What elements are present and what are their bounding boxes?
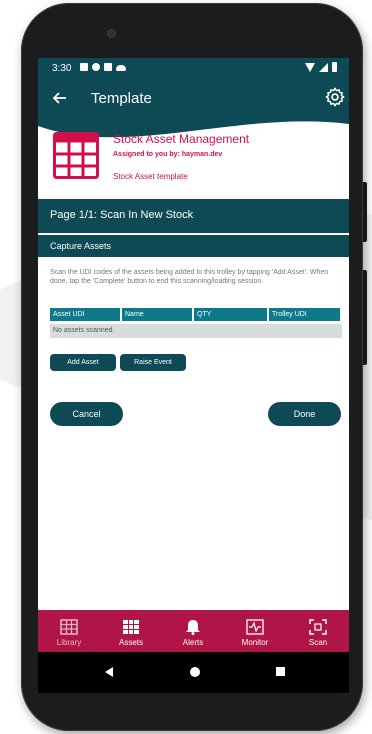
sd-card-icon	[104, 63, 112, 71]
section-header: Capture Assets	[38, 235, 349, 257]
system-recents-button[interactable]	[276, 667, 285, 676]
nav-item-library[interactable]: Library	[38, 610, 100, 652]
system-navigation-bar	[38, 652, 349, 693]
column-header-name: Name	[122, 308, 192, 321]
nav-label-scan: Scan	[308, 638, 328, 647]
wifi-icon	[305, 63, 315, 72]
monitor-icon	[246, 619, 264, 635]
empty-table-message: No assets scanned.	[50, 324, 342, 338]
bell-icon	[186, 620, 200, 635]
assets-table: Asset UDI Name QTY Trolley UDI No assets…	[50, 308, 342, 338]
assigned-by: Assigned to you by: hayman.dev	[113, 151, 223, 158]
system-home-button[interactable]	[190, 667, 200, 677]
nav-label-library: Library	[56, 638, 82, 647]
nav-item-assets[interactable]: Assets	[100, 610, 162, 652]
table-header: Asset UDI Name QTY Trolley UDI	[50, 308, 342, 321]
back-arrow-button[interactable]	[50, 88, 70, 108]
done-button[interactable]: Done	[268, 402, 341, 426]
raise-event-button[interactable]: Raise Event	[120, 354, 186, 371]
nav-item-monitor[interactable]: Monitor	[224, 610, 286, 652]
nav-item-scan[interactable]: Scan	[287, 610, 349, 652]
signal-icon	[319, 63, 328, 72]
template-name: Stock Asset template	[113, 172, 188, 181]
column-header-asset-udi: Asset UDI	[50, 308, 120, 321]
section-title: Capture Assets	[50, 241, 112, 251]
status-right-icons	[305, 62, 337, 72]
table-logo-icon	[53, 132, 99, 179]
page-title: Template	[91, 90, 152, 107]
nav-item-alerts[interactable]: Alerts	[162, 610, 224, 652]
system-back-button[interactable]	[105, 667, 113, 677]
notification-icons	[80, 63, 126, 71]
column-header-qty: QTY	[194, 308, 267, 321]
back-arrow-icon	[52, 92, 66, 104]
cancel-button[interactable]: Cancel	[50, 402, 123, 426]
library-icon	[60, 619, 78, 635]
instructions-text: Scan the UDI codes of the assets being a…	[50, 269, 329, 285]
page-indicator: Page 1/1: Scan In New Stock	[50, 209, 194, 221]
image-notification-icon	[80, 63, 88, 71]
gear-icon	[325, 87, 345, 107]
assets-grid-icon	[123, 620, 139, 634]
nav-label-monitor: Monitor	[241, 638, 269, 647]
add-asset-button[interactable]: Add Asset	[50, 354, 116, 371]
status-bar: 3:30	[38, 58, 349, 80]
app-notification-icon	[92, 63, 100, 71]
battery-icon	[332, 62, 337, 72]
front-camera	[108, 30, 115, 37]
scan-icon	[309, 619, 327, 635]
column-header-trolley-udi: Trolley UDI	[269, 308, 340, 321]
nav-label-alerts: Alerts	[182, 638, 204, 647]
settings-button[interactable]	[324, 86, 346, 108]
app-header: Template Stock Asset Management Assigned…	[38, 80, 349, 194]
bottom-navigation: Library Assets Alerts Monitor Scan	[38, 610, 349, 652]
status-time: 3:30	[52, 63, 72, 74]
app-screen: 3:30 Template Stock Asset Management Ass…	[38, 58, 349, 693]
cloud-icon	[116, 65, 126, 71]
page-indicator-bar: Page 1/1: Scan In New Stock	[38, 199, 349, 233]
app-title: Stock Asset Management	[113, 132, 250, 146]
nav-label-assets: Assets	[118, 638, 143, 647]
